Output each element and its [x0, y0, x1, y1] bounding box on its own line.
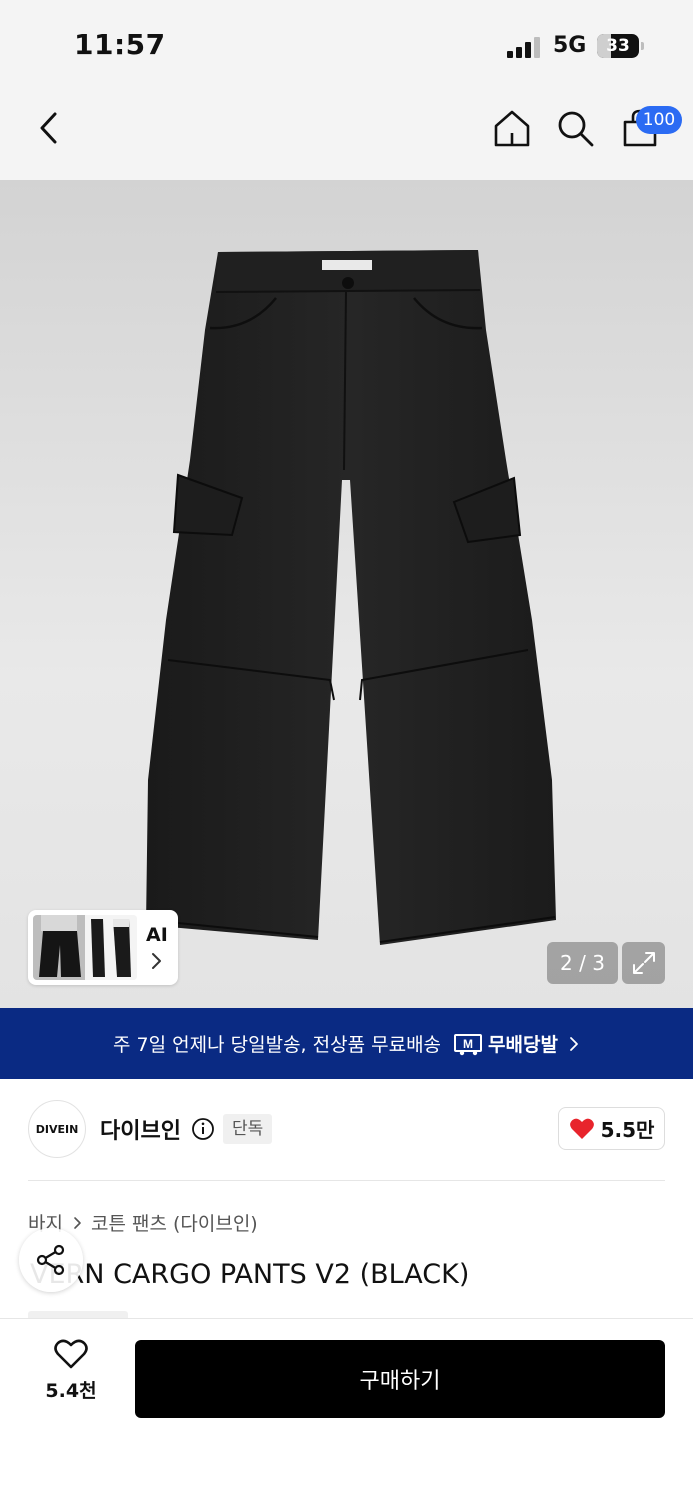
- shipping-banner[interactable]: 주 7일 언제나 당일발송, 전상품 무료배송 M 무배당발: [0, 1008, 693, 1079]
- free-shipping-logo: M 무배당발: [453, 1030, 558, 1057]
- product-image-cargo-pants: [146, 250, 556, 945]
- expand-icon: [632, 952, 655, 974]
- battery-percent: 33: [606, 36, 630, 56]
- cart-count-badge: 100: [636, 106, 682, 134]
- signal-icon: [507, 36, 541, 58]
- back-button[interactable]: [28, 106, 72, 150]
- search-icon: [558, 111, 594, 147]
- breadcrumb-subcategory[interactable]: 코튼 팬츠 (다이브인): [91, 1209, 258, 1236]
- chevron-right-icon: [152, 953, 161, 969]
- info-icon[interactable]: [191, 1117, 215, 1141]
- product-title: VERN CARGO PANTS V2 (BLACK): [30, 1259, 470, 1290]
- exclusive-badge: 단독: [223, 1114, 273, 1144]
- heart-filled-icon: [569, 1118, 594, 1139]
- divider: [28, 1180, 665, 1181]
- brand-name[interactable]: 다이브인: [100, 1113, 181, 1145]
- battery-icon: 33: [597, 34, 644, 58]
- shipping-banner-text: 주 7일 언제나 당일발송, 전상품 무료배송: [113, 1034, 442, 1056]
- chevron-right-icon: [570, 1036, 578, 1051]
- expand-image-button[interactable]: [622, 942, 665, 984]
- share-icon: [36, 1244, 65, 1276]
- status-time: 11:57: [74, 28, 166, 61]
- home-button[interactable]: [490, 106, 534, 150]
- top-nav-bar: [0, 88, 693, 180]
- search-button[interactable]: [553, 106, 597, 150]
- home-icon: [494, 110, 530, 147]
- ai-label: AI: [146, 924, 168, 946]
- network-label: 5G: [553, 33, 587, 58]
- brand-like-count: 5.5만: [600, 1118, 655, 1142]
- chevron-right-icon: [73, 1216, 83, 1230]
- brand-logo[interactable]: DIVEIN: [28, 1100, 86, 1158]
- ai-styling-card[interactable]: AI: [28, 910, 178, 985]
- buy-button[interactable]: 구매하기: [135, 1340, 665, 1418]
- product-image-gallery[interactable]: [0, 180, 693, 1008]
- wishlist-count: 5.4천: [45, 1380, 97, 1402]
- logo-mark: M: [463, 1037, 473, 1051]
- brand-like-button[interactable]: 5.5만: [558, 1107, 665, 1150]
- ai-styling-thumbnail: [33, 915, 137, 980]
- delivery-truck-icon: M: [454, 1033, 483, 1055]
- status-bar: 11:57 5G 33: [0, 0, 693, 88]
- wishlist-button[interactable]: 5.4천: [28, 1338, 114, 1416]
- free-shipping-logo-text: 무배당발: [488, 1034, 558, 1056]
- heart-outline-icon: [54, 1339, 88, 1369]
- image-page-counter: 2 / 3: [547, 942, 618, 984]
- share-button[interactable]: [19, 1228, 83, 1292]
- chevron-left-icon: [40, 112, 57, 144]
